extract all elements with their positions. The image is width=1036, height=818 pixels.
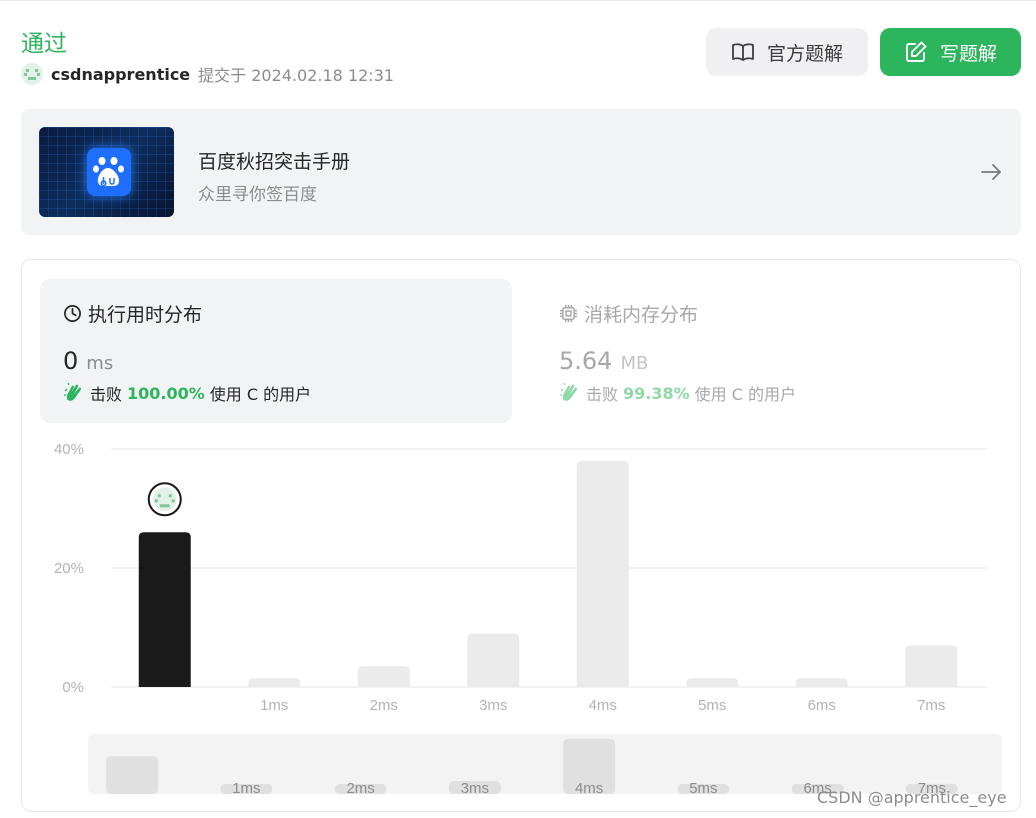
banner-image [39, 127, 174, 217]
minimap-bar [106, 756, 159, 794]
minimap-tick-label: 1ms [232, 780, 260, 797]
x-tick-label: 7ms [917, 697, 945, 714]
top-divider [0, 0, 1036, 1]
chart-bar [905, 645, 958, 687]
arrow-right-icon[interactable] [979, 160, 1003, 184]
banner-subtitle: 众里寻你签百度 [198, 185, 317, 205]
avatar-pixel [154, 499, 158, 503]
chart-bar [467, 633, 520, 687]
banner-title: 百度秋招突击手册 [198, 151, 351, 173]
runtime-distribution-chart: 0% 20% 40% 1ms 2ms 3ms 4ms 5ms 6ms 7ms 1ms 2ms 3ms 4m… [54, 441, 987, 797]
x-tick-label: 3ms [479, 697, 507, 714]
book-icon [731, 40, 755, 64]
x-tick-label: 4ms [589, 697, 617, 714]
official-solution-button[interactable]: 官方题解 [706, 28, 868, 76]
minimap-tick-label: 2ms [346, 780, 374, 797]
avatar-pixel [168, 494, 172, 498]
chart-bar [576, 460, 629, 687]
write-solution-button[interactable]: 写题解 [880, 28, 1021, 76]
x-tick-label: 5ms [698, 697, 726, 714]
user-avatar[interactable] [21, 63, 43, 85]
watermark: CSDN @apprentice_eye [817, 788, 1007, 807]
x-tick-label: 1ms [260, 697, 288, 714]
avatar-pixel [159, 504, 170, 508]
submission-result-page: 通过 csdnapprentice 提交于 2024.02.18 12:31 官… [0, 0, 1036, 818]
edit-icon [904, 40, 928, 64]
minimap-tick-label: 3ms [461, 780, 489, 797]
avatar-pixel [171, 499, 175, 503]
y-tick-label: 40% [54, 441, 84, 458]
submission-status: 通过 [21, 31, 67, 57]
minimap-tick-label: 4ms [575, 780, 603, 797]
chart-bar [686, 678, 739, 687]
chart-bar [138, 532, 191, 687]
x-tick-label: 6ms [808, 697, 836, 714]
chart-bar [357, 666, 410, 687]
performance-card: 执行用时分布 0 ms 击败 100.00% 使用 C 的用户 消耗内存分布 5… [21, 259, 1021, 812]
submission-meta: csdnapprentice 提交于 2024.02.18 12:31 [21, 63, 394, 85]
submitted-time: 提交于 2024.02.18 12:31 [198, 66, 395, 85]
write-solution-label: 写题解 [939, 42, 997, 65]
chart-bar [795, 678, 848, 687]
x-tick-label: 2ms [370, 697, 398, 714]
promo-banner[interactable]: 百度秋招突击手册 众里寻你签百度 [21, 109, 1021, 235]
baidu-paw-icon [87, 148, 131, 196]
y-tick-label: 20% [54, 560, 84, 577]
chart-bar [248, 678, 301, 687]
username-link[interactable]: csdnapprentice [51, 65, 190, 84]
avatar-pixel [157, 494, 161, 498]
official-solution-label: 官方题解 [766, 42, 843, 65]
y-tick-label: 0% [62, 679, 84, 696]
minimap-tick-label: 5ms [689, 780, 717, 797]
avatar-face [152, 487, 177, 512]
